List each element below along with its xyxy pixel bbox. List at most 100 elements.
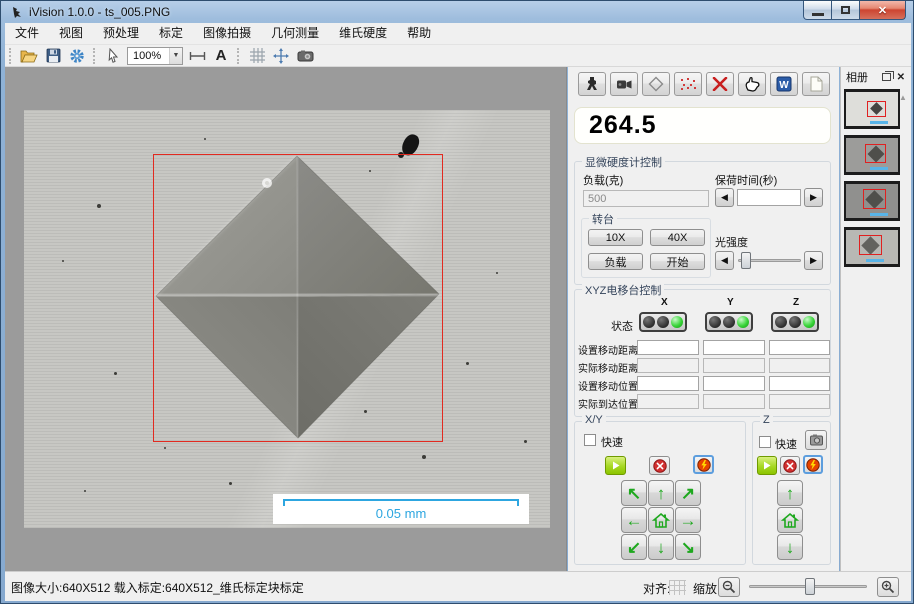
actual-position-z-input xyxy=(769,394,830,409)
micrograph-image[interactable]: 0.05 mm xyxy=(24,110,550,528)
set-distance-y-input[interactable] xyxy=(703,340,765,355)
diamond-icon xyxy=(648,76,664,92)
set-position-y-input[interactable] xyxy=(703,376,765,391)
chevron-down-icon[interactable]: ▼ xyxy=(169,48,182,64)
dwell-decrease-button[interactable]: ◀ xyxy=(715,188,734,207)
speck xyxy=(164,447,166,449)
x-axis-status-leds xyxy=(639,312,687,332)
actual-position-y-input xyxy=(703,394,765,409)
menu-view[interactable]: 视图 xyxy=(49,23,93,44)
load-input[interactable] xyxy=(583,190,709,207)
set-position-z-input[interactable] xyxy=(769,376,830,391)
light-increase-button[interactable]: ▶ xyxy=(804,251,823,270)
dwell-increase-button[interactable]: ▶ xyxy=(804,188,823,207)
move-right-button[interactable]: → xyxy=(675,507,701,533)
move-crosshair-button[interactable] xyxy=(269,46,293,66)
measure-tool-button[interactable] xyxy=(185,46,209,66)
cursor-tool-button[interactable] xyxy=(101,46,125,66)
z-down-button[interactable]: ↓ xyxy=(777,534,803,560)
move-up-right-button[interactable]: ↗ xyxy=(675,480,701,506)
thumb-roi xyxy=(859,235,882,255)
zoom-in-button[interactable] xyxy=(877,577,899,597)
z-autofocus-button[interactable] xyxy=(805,430,827,450)
z-power-button[interactable] xyxy=(803,455,823,474)
xy-fast-checkbox[interactable] xyxy=(584,434,596,446)
xy-stop-button[interactable] xyxy=(649,456,670,475)
move-up-button[interactable]: ↑ xyxy=(648,480,674,506)
text-annotation-button[interactable]: A xyxy=(209,46,233,66)
thumb-scalebar xyxy=(866,259,884,262)
calibration-points-button[interactable] xyxy=(674,72,702,96)
open-file-button[interactable] xyxy=(17,46,41,66)
menu-help[interactable]: 帮助 xyxy=(397,23,441,44)
dwell-time-input[interactable] xyxy=(737,189,801,206)
move-left-button[interactable]: ← xyxy=(621,507,647,533)
objective-10x-button[interactable]: 10X xyxy=(588,229,643,246)
z-stop-button[interactable] xyxy=(780,456,800,475)
led-on xyxy=(671,316,683,328)
view-zoom-slider[interactable] xyxy=(749,577,867,596)
save-button[interactable] xyxy=(41,46,65,66)
z-up-button[interactable]: ↑ xyxy=(777,480,803,506)
z-home-button[interactable] xyxy=(777,507,803,533)
measurement-roi-rectangle[interactable] xyxy=(153,154,443,442)
z-fast-checkbox[interactable] xyxy=(759,436,771,448)
video-capture-button[interactable] xyxy=(610,72,638,96)
maximize-button[interactable] xyxy=(832,1,860,20)
album-thumbnail[interactable] xyxy=(844,227,900,267)
xy-run-button[interactable] xyxy=(605,456,626,475)
stop-x-icon xyxy=(783,459,797,473)
album-thumbnail[interactable] xyxy=(844,89,900,129)
move-down-left-button[interactable]: ↙ xyxy=(621,534,647,560)
album-thumbnail[interactable] xyxy=(844,181,900,221)
z-run-button[interactable] xyxy=(757,456,777,475)
camera-capture-button[interactable] xyxy=(293,46,317,66)
light-decrease-button[interactable]: ◀ xyxy=(715,251,734,270)
menu-file[interactable]: 文件 xyxy=(5,23,49,44)
z-group-title: Z xyxy=(760,414,773,426)
zoom-out-button[interactable] xyxy=(718,577,740,597)
word-icon: W xyxy=(776,76,792,92)
grid-overlay-button[interactable] xyxy=(245,46,269,66)
arrow-left-icon: ◀ xyxy=(721,192,728,203)
float-panel-icon[interactable] xyxy=(882,73,891,81)
set-distance-x-input[interactable] xyxy=(637,340,699,355)
menu-preprocess[interactable]: 预处理 xyxy=(93,23,149,44)
word-report-button[interactable]: W xyxy=(770,72,798,96)
xy-power-button[interactable] xyxy=(693,455,714,474)
light-intensity-slider[interactable] xyxy=(738,251,801,270)
apply-load-button[interactable]: 负载 xyxy=(588,253,643,270)
image-viewer[interactable]: 0.05 mm xyxy=(5,67,567,571)
settings-gear-button[interactable] xyxy=(65,46,89,66)
xy-home-button[interactable] xyxy=(648,507,674,533)
indent-measure-button[interactable] xyxy=(642,72,670,96)
set-position-x-input[interactable] xyxy=(637,376,699,391)
arrow-down-left-icon: ↙ xyxy=(627,539,641,556)
menu-vickers-hardness[interactable]: 维氏硬度 xyxy=(329,23,397,44)
album-scroll-up[interactable]: ▲ xyxy=(899,93,907,102)
slider-thumb[interactable] xyxy=(805,578,815,595)
set-distance-z-input[interactable] xyxy=(769,340,830,355)
minimize-button[interactable] xyxy=(803,1,832,20)
delete-button[interactable] xyxy=(706,72,734,96)
close-button[interactable]: ✕ xyxy=(860,1,906,20)
title-bar[interactable]: iVision 1.0.0 - ts_005.PNG ✕ xyxy=(1,1,913,23)
start-button[interactable]: 开始 xyxy=(650,253,705,270)
new-page-button[interactable] xyxy=(802,72,830,96)
pan-hand-button[interactable] xyxy=(738,72,766,96)
objective-40x-button[interactable]: 40X xyxy=(650,229,705,246)
menu-image-capture[interactable]: 图像拍摄 xyxy=(193,23,261,44)
align-grid-icon[interactable] xyxy=(669,580,686,595)
play-icon xyxy=(612,461,620,470)
move-down-right-button[interactable]: ↘ xyxy=(675,534,701,560)
move-up-left-button[interactable]: ↖ xyxy=(621,480,647,506)
album-close-icon[interactable]: ✕ xyxy=(897,72,905,83)
menu-geometry-measure[interactable]: 几何测量 xyxy=(261,23,329,44)
tester-button[interactable] xyxy=(578,72,606,96)
menu-calibration[interactable]: 标定 xyxy=(149,23,193,44)
album-thumbnail[interactable] xyxy=(844,135,900,175)
move-down-button[interactable]: ↓ xyxy=(648,534,674,560)
slider-thumb[interactable] xyxy=(741,252,751,269)
home-icon xyxy=(652,512,670,529)
zoom-level-combobox[interactable]: 100% ▼ xyxy=(127,47,183,65)
